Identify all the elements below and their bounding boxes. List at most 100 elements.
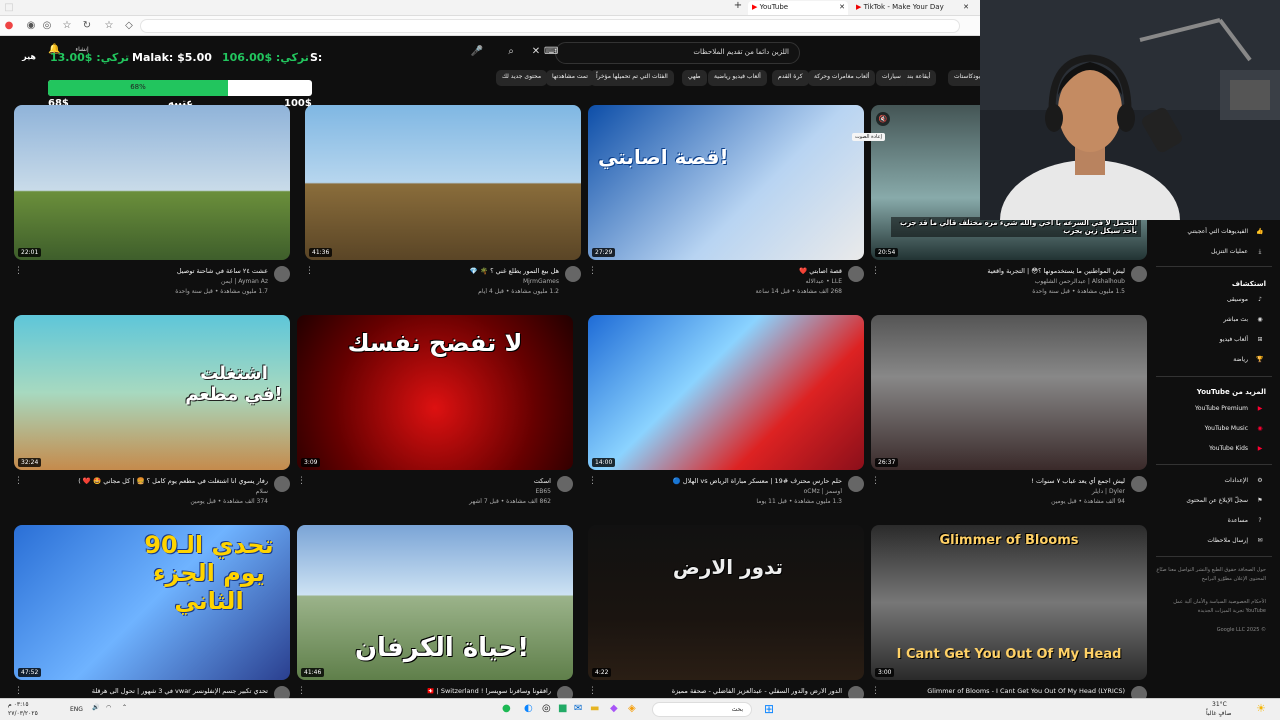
video-title[interactable]: رافقونا وسافرنا سويسرا ! 🇨🇭 | Switzerlan… [311,687,551,695]
video-thumbnail[interactable]: لا تفضح نفسك 3:09 [297,315,573,470]
sidebar-item-liked[interactable]: 👍 الفيديوهات التي أعجبتني [1187,228,1266,242]
tab-tiktok[interactable]: ▶ TikTok - Make Your Day ✕ [852,1,972,15]
tab-youtube[interactable]: ▶ YouTube ✕ [748,1,848,15]
more-options-icon[interactable]: ⋮ [588,266,597,276]
more-options-icon[interactable]: ⋮ [305,266,314,276]
star-icon[interactable]: ☆ [62,20,72,31]
keyboard-icon[interactable]: ⌨ [544,46,558,57]
mute-icon[interactable]: 🔇 [876,112,890,126]
footer-links[interactable]: حول الصحافة حقوق الطبع والنشر التواصل مع… [1154,566,1266,584]
video-title[interactable]: حلم حارس محترف #19 | معسكر مباراة الرياض… [602,477,842,485]
avatar[interactable] [274,266,290,282]
volume-icon[interactable]: 🔊 [92,704,99,711]
channel-name[interactable]: EB65 [311,488,551,495]
sidebar-item-report[interactable]: ⚑ سجلّ الإبلاغ عن المحتوى [1186,497,1266,511]
mic-icon[interactable]: 🎤 [470,46,484,57]
avatar[interactable] [1131,476,1147,492]
video-card[interactable]: 41:36 هل بيع التمور يطلع غني ؟ 🌴 💎 MjrmGam… [305,105,581,300]
avatar[interactable] [848,476,864,492]
search-input[interactable]: اللزين دائما من تقديم الملاحظات [555,42,800,64]
more-options-icon[interactable]: ⋮ [14,686,23,696]
sidebar-item-live[interactable]: ◉ بث مباشر [1223,316,1266,330]
user-icon[interactable]: ◎ [42,20,52,31]
channel-name[interactable]: Dyler | دايلر [885,488,1125,495]
sidebar-item-help[interactable]: ? مساعدة [1228,517,1266,531]
video-card[interactable]: قصة اصابتي! 27:29 قصة اصابتي ❤️ LLE • عبدال… [588,105,864,300]
video-thumbnail[interactable]: اشتغلت في مطعم! 32:24 [14,315,290,470]
chevron-up-icon[interactable]: ⌃ [122,704,127,711]
video-thumbnail[interactable]: 41:36 [305,105,581,260]
spotify-icon[interactable]: ● [502,703,511,714]
video-card[interactable]: 26:37 ليش اجمع أي يعد عباب ٧ سنوات ! Dyler… [871,315,1147,510]
more-options-icon[interactable]: ⋮ [297,476,306,486]
taskbar-search[interactable]: بحث [652,702,752,717]
start-icon[interactable]: ⊞ [764,702,774,716]
close-icon[interactable]: ✕ [963,3,969,11]
close-icon[interactable]: ✕ [839,3,845,11]
profile-icon[interactable]: ◉ [26,20,36,31]
video-card[interactable]: تحدي الـ90 يوم الجزء الثاني 47:52 تحدي تكب… [14,525,290,720]
video-title[interactable]: Glimmer of Blooms - I Cant Get You Out O… [885,687,1125,695]
chip[interactable]: سيارات [876,70,907,86]
channel-name[interactable]: أوسمز | oCMz [602,488,842,495]
network-icon[interactable]: ◠ [106,704,111,711]
folder-icon[interactable]: ▬ [590,703,599,714]
sidebar-item-feedback[interactable]: ✉ إرسال ملاحظات [1207,537,1266,551]
chip[interactable]: طهي [682,70,707,86]
channel-name[interactable]: Alshalhoub | عبدالرحمن الشلهوب [885,278,1125,285]
video-title[interactable]: اسكت [311,477,551,485]
clock-time[interactable]: ٠٣:١٥ م [8,701,29,708]
more-options-icon[interactable]: ⋮ [14,266,23,276]
video-title[interactable]: تحدي تكبير جسم الإنفلونسر vwar في 3 شهور… [28,687,268,695]
video-thumbnail[interactable]: Glimmer of Blooms I Cant Get You Out Of M… [871,525,1147,680]
sidebar-item-settings[interactable]: ⚙ الإعدادات [1225,477,1266,491]
more-options-icon[interactable]: ⋮ [588,476,597,486]
footer-links[interactable]: الأحكام الخصوصية السياسة والأمان آلية عم… [1154,598,1266,616]
more-options-icon[interactable]: ⋮ [871,266,880,276]
avatar[interactable] [848,266,864,282]
video-card[interactable]: 22:01 عشت ٢٤ ساعة في شاحنة توصيل Ayman Az … [14,105,290,300]
mail-icon[interactable]: ✉ [574,703,582,714]
bookmark-icon[interactable]: ☆ [104,20,114,31]
video-thumbnail[interactable]: 26:37 [871,315,1147,470]
sidebar-item-sports[interactable]: 🏆 رياضة [1233,356,1266,370]
chip[interactable]: تمت مشاهدتها [546,70,594,86]
more-options-icon[interactable]: ⋮ [871,686,880,696]
video-card[interactable]: Glimmer of Blooms I Cant Get You Out Of M… [871,525,1147,720]
video-card[interactable]: لا تفضح نفسك 3:09 اسكت EB65 862 ألف مشاهدة •… [297,315,573,510]
sidebar-item-gaming[interactable]: ⊞ ألعاب فيديو [1220,336,1266,350]
avatar[interactable] [565,266,581,282]
channel-name[interactable]: Ayman Az | أيمن [28,278,268,285]
video-title[interactable]: هل بيع التمور يطلع غني ؟ 🌴 💎 [319,267,559,275]
language-indicator[interactable]: ENG [70,706,83,713]
chip[interactable]: كرة القدم [772,70,809,86]
window-menu-icon[interactable]: □ [4,2,14,13]
photo-icon[interactable]: ◈ [628,703,636,714]
extension-icon[interactable]: ◇ [124,20,134,31]
copilot-icon[interactable]: ◆ [610,703,618,714]
sidebar-item-kids[interactable]: ▶ YouTube Kids [1209,445,1266,459]
video-thumbnail[interactable]: قصة اصابتي! 27:29 [588,105,864,260]
video-title[interactable]: الدور الارض والدور السفلي - عبدالعزيز ال… [602,687,842,695]
video-title[interactable]: ليش اجمع أي يعد عباب ٧ سنوات ! [885,477,1125,485]
video-card[interactable]: حياة الكرفان! 41:46 رافقونا وسافرنا سويسرا… [297,525,573,720]
chip[interactable]: الفئات التي تم تحميلها مؤخراً [590,70,674,86]
weather-temp[interactable]: 31°C [1212,701,1227,708]
video-card[interactable]: اشتغلت في مطعم! 32:24 رفار يسوي انا اشتغلت… [14,315,290,510]
video-card[interactable]: 14:00 حلم حارس محترف #19 | معسكر مباراة ا… [588,315,864,510]
video-title[interactable]: رفار يسوي انا اشتغلت في مطعم يوم كامل ؟ … [28,477,268,485]
youtube-logo[interactable]: هير [22,52,36,61]
address-field[interactable] [140,19,960,33]
chip[interactable]: محتوى جديد لك [496,70,548,86]
video-thumbnail[interactable]: 22:01 [14,105,290,260]
video-title[interactable]: قصة اصابتي ❤️ [602,267,842,275]
video-title[interactable]: ليش المواطنين ما يستخدمونها ؟😳 | التجربة… [885,267,1125,275]
more-options-icon[interactable]: ⋮ [297,686,306,696]
chip[interactable]: ألعاب فيديو رياضية [708,70,767,86]
video-card[interactable]: تدور الارض 4:22 الدور الارض والدور السفلي … [588,525,864,720]
video-thumbnail[interactable]: 14:00 [588,315,864,470]
more-options-icon[interactable]: ⋮ [14,476,23,486]
more-options-icon[interactable]: ⋮ [588,686,597,696]
clear-icon[interactable]: ✕ [530,46,542,57]
video-thumbnail[interactable]: تحدي الـ90 يوم الجزء الثاني 47:52 [14,525,290,680]
